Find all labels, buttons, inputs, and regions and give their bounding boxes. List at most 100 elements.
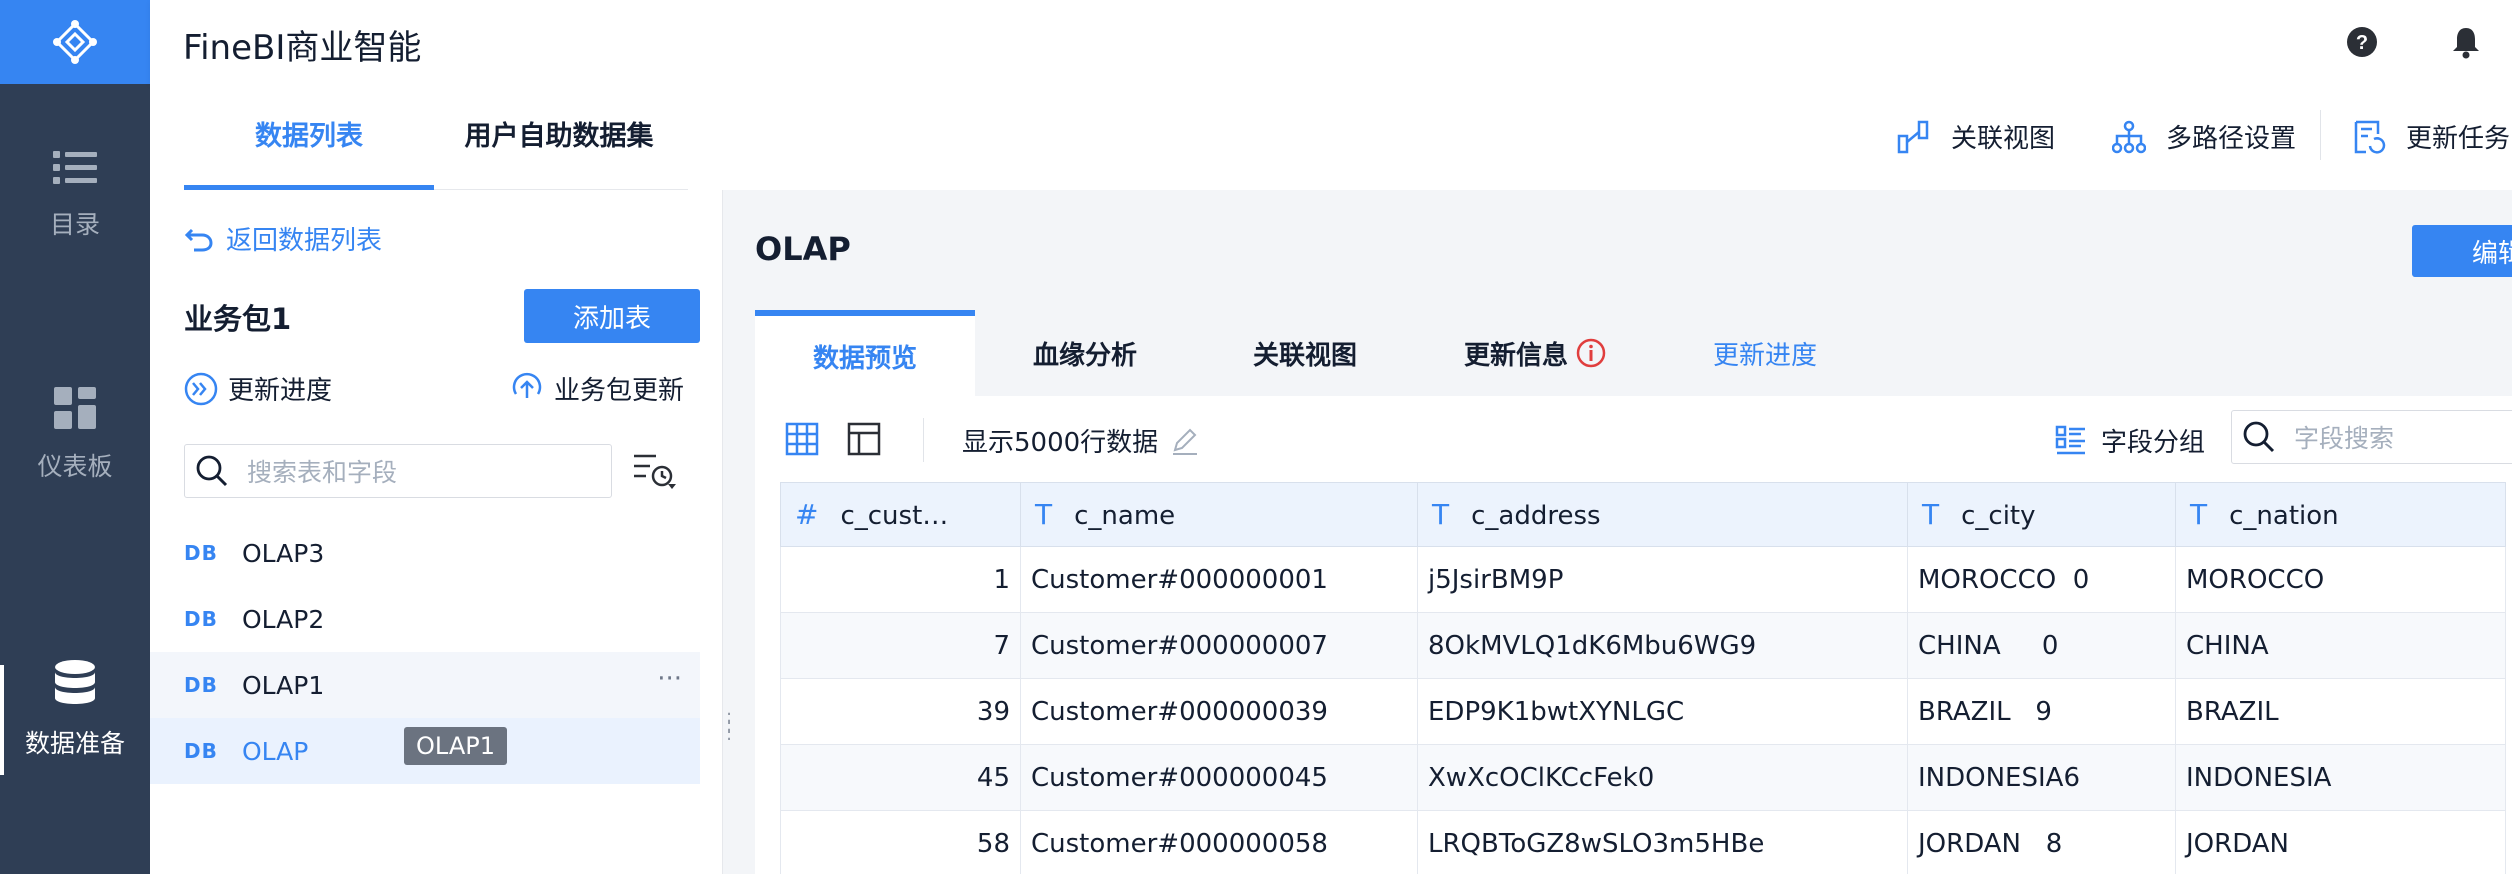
add-table-button[interactable]: 添加表 [524, 289, 700, 343]
table-cell[interactable]: MOROCCO 0 [1907, 546, 2176, 613]
nav-catalog[interactable]: 目录 [0, 125, 150, 265]
text-type-icon: T [1432, 498, 1450, 531]
drag-handle-icon[interactable]: ::: [726, 708, 734, 744]
row-count-setting[interactable]: 显示5000行数据 [962, 422, 1200, 459]
update-progress-label: 更新进度 [228, 376, 333, 406]
tab-self-service-dataset[interactable]: 用户自助数据集 [434, 84, 684, 190]
table-cell[interactable]: Customer#000000045 [1020, 744, 1418, 811]
table-cell[interactable]: 58 [780, 810, 1021, 874]
table-cell[interactable]: Customer#000000007 [1020, 612, 1418, 679]
table-cell[interactable]: Customer#000000058 [1020, 810, 1418, 874]
nav-dashboard[interactable]: 仪表板 [0, 365, 150, 505]
column-header[interactable]: Tc_city [1907, 482, 2176, 547]
back-to-list-link[interactable]: 返回数据列表 [184, 220, 382, 257]
table-row: 7 Customer#000000007 8OkMVLQ1dK6Mbu6WG9 … [780, 612, 2506, 679]
column-header[interactable]: Tc_address [1417, 482, 1908, 547]
table-name: OLAP [242, 736, 309, 766]
row-count-label: 显示5000行数据 [962, 428, 1159, 458]
column-name: c_nation [2229, 501, 2339, 531]
progress-icon [184, 372, 218, 405]
db-badge-icon: DB [184, 673, 218, 697]
table-cell[interactable]: EDP9K1bwtXYNLGC [1417, 678, 1908, 745]
table-cell[interactable]: INDONESIA [2175, 744, 2506, 811]
table-cell[interactable]: 8OkMVLQ1dK6Mbu6WG9 [1417, 612, 1908, 679]
table-cell[interactable]: 45 [780, 744, 1021, 811]
table-title: OLAP [755, 230, 851, 268]
table-cell[interactable]: j5JsirBM9P [1417, 546, 1908, 613]
nav-data-prep[interactable]: 数据准备 [0, 640, 150, 780]
field-search-input[interactable]: 字段搜索 [2231, 410, 2512, 464]
list-icon [53, 151, 97, 184]
layout-view-icon[interactable] [847, 422, 881, 456]
grid-view-icon[interactable] [785, 422, 819, 456]
table-row: 58 Customer#000000058 LRQBToGZ8wSLO3m5HB… [780, 810, 2506, 874]
table-cell[interactable]: MOROCCO [2175, 546, 2506, 613]
table-cell[interactable]: BRAZIL 9 [1907, 678, 2176, 745]
logo[interactable] [0, 0, 150, 84]
tab-active-underline [184, 185, 434, 190]
multipath-settings-button[interactable]: 多路径设置 [2112, 118, 2296, 155]
table-cell[interactable]: JORDAN [2175, 810, 2506, 874]
db-badge-icon: DB [184, 541, 218, 565]
table-cell[interactable]: LRQBToGZ8wSLO3m5HBe [1417, 810, 1908, 874]
relation-view-label: 关联视图 [1951, 124, 2056, 154]
panel-splitter[interactable] [722, 190, 723, 874]
table-cell[interactable]: BRAZIL [2175, 678, 2506, 745]
more-options-icon[interactable]: ··· [657, 664, 682, 694]
field-group-button[interactable]: 字段分组 [2055, 422, 2205, 459]
sidebar: 目录 仪表板 数据准备 [0, 0, 150, 874]
table-row: 39 Customer#000000039 EDP9K1bwtXYNLGC BR… [780, 678, 2506, 745]
tab-data-preview[interactable]: 数据预览 [755, 310, 975, 396]
tab-lineage-analysis[interactable]: 血缘分析 [975, 310, 1195, 396]
nav-dashboard-label: 仪表板 [37, 452, 113, 481]
tab-relation-view[interactable]: 关联视图 [1195, 310, 1415, 396]
relation-view-button[interactable]: 关联视图 [1897, 118, 2055, 155]
top-bar: FineBI商业智能 ? [150, 0, 2512, 84]
tab-update-info[interactable]: 更新信息 [1415, 310, 1655, 396]
database-icon [55, 660, 95, 704]
sort-by-time-icon[interactable] [632, 450, 678, 490]
table-row: 1 Customer#000000001 j5JsirBM9P MOROCCO … [780, 546, 2506, 613]
tab-update-progress[interactable]: 更新进度 [1655, 310, 1875, 396]
search-icon [196, 455, 228, 487]
column-header[interactable]: Tc_name [1020, 482, 1418, 547]
table-cell[interactable]: JORDAN 8 [1907, 810, 2176, 874]
table-cell[interactable]: CHINA 0 [1907, 612, 2176, 679]
table-cell[interactable]: CHINA [2175, 612, 2506, 679]
main-toolbar: 关联视图 多路径设置 更新任务 [722, 84, 2512, 190]
rename-tooltip: OLAP1 [404, 727, 507, 765]
logo-icon [53, 20, 97, 64]
package-update-button[interactable]: 业务包更新 [510, 370, 684, 407]
table-cell[interactable]: 1 [780, 546, 1021, 613]
column-header[interactable]: Tc_nation [2175, 482, 2506, 547]
edit-button[interactable]: 编辑 [2412, 225, 2512, 277]
help-icon[interactable]: ? [2345, 25, 2379, 59]
table-cell[interactable]: 7 [780, 612, 1021, 679]
table-item[interactable]: DB OLAP1 ··· [150, 652, 700, 718]
table-cell[interactable]: INDONESIA6 [1907, 744, 2176, 811]
text-type-icon: T [1035, 498, 1053, 531]
table-search-placeholder: 搜索表和字段 [247, 458, 398, 487]
table-cell[interactable]: Customer#000000039 [1020, 678, 1418, 745]
table-cell[interactable]: 39 [780, 678, 1021, 745]
tab-data-list[interactable]: 数据列表 [184, 84, 434, 190]
table-item[interactable]: DB OLAP2 [150, 586, 700, 652]
nav-active-indicator [0, 665, 4, 775]
task-refresh-icon [2354, 120, 2386, 154]
app-title: FineBI商业智能 [183, 28, 422, 68]
update-progress-button[interactable]: 更新进度 [184, 370, 332, 407]
column-name: c_address [1471, 501, 1601, 531]
table-search-input[interactable]: 搜索表和字段 [184, 444, 612, 498]
text-type-icon: T [1922, 498, 1940, 531]
table-item[interactable]: DB OLAP3 [150, 520, 700, 586]
tab-divider [434, 189, 688, 190]
column-header[interactable]: # c_cust… [780, 482, 1021, 547]
table-cell[interactable]: Customer#000000001 [1020, 546, 1418, 613]
bell-icon[interactable] [2450, 25, 2482, 59]
table-cell[interactable]: XwXcOClKCcFek0 [1417, 744, 1908, 811]
update-task-button[interactable]: 更新任务 [2352, 118, 2510, 155]
data-preview-table: # c_cust… Tc_name Tc_address Tc_city Tc_n… [780, 482, 2506, 874]
edit-pencil-icon [1173, 428, 1198, 455]
table-header-row: # c_cust… Tc_name Tc_address Tc_city Tc_n… [780, 482, 2506, 547]
number-type-icon: # [795, 498, 819, 531]
